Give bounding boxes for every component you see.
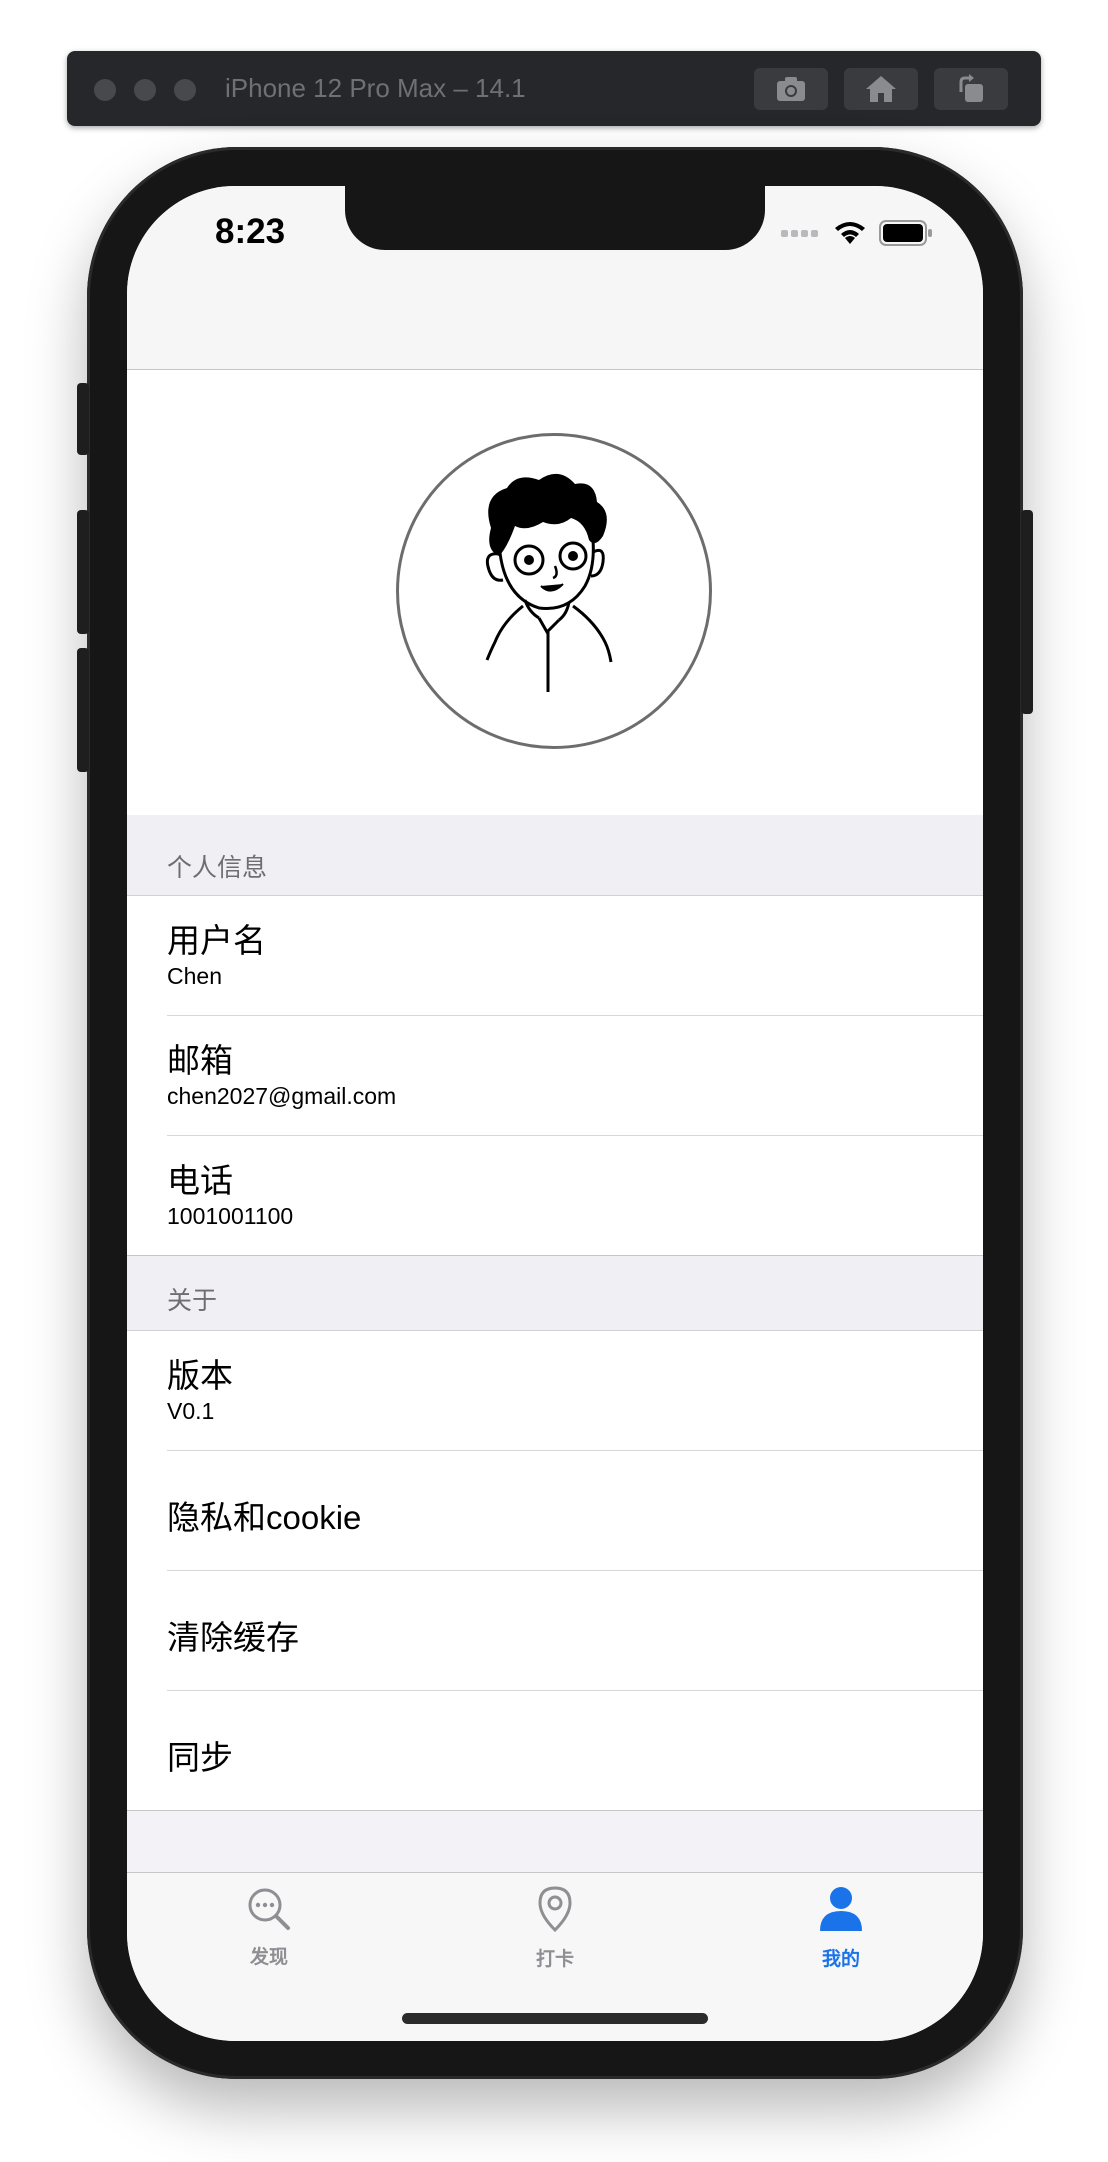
rotate-button[interactable] — [934, 68, 1008, 110]
row-title: 同步 — [167, 1739, 233, 1776]
section-header-personal: 个人信息 — [127, 815, 983, 896]
zoom-window-button[interactable] — [174, 79, 196, 101]
profile-scroll-view[interactable]: 个人信息 用户名 Chen 邮箱 chen2027@gmail.com 电话 1… — [127, 370, 983, 1811]
row-email[interactable]: 邮箱 chen2027@gmail.com — [127, 1016, 983, 1136]
row-privacy-cookie[interactable]: 隐私和cookie — [127, 1451, 983, 1571]
close-window-button[interactable] — [94, 79, 116, 101]
minimize-window-button[interactable] — [134, 79, 156, 101]
status-icons — [781, 220, 933, 246]
avatar[interactable] — [396, 433, 712, 749]
person-icon — [820, 1887, 862, 1931]
row-title: 邮箱 — [167, 1042, 233, 1079]
profile-header — [127, 370, 983, 815]
camera-icon — [777, 77, 805, 101]
row-phone[interactable]: 电话 1001001100 — [127, 1136, 983, 1256]
tab-discover[interactable]: 发现 — [209, 1885, 329, 1969]
section-title: 关于 — [167, 1287, 218, 1315]
row-value: chen2027@gmail.com — [167, 1083, 397, 1109]
status-time: 8:23 — [215, 212, 286, 251]
row-clear-cache[interactable]: 清除缓存 — [127, 1571, 983, 1691]
row-version[interactable]: 版本 V0.1 — [127, 1331, 983, 1451]
row-value: Chen — [167, 963, 222, 989]
tab-label: 我的 — [821, 1949, 860, 1970]
home-button[interactable] — [844, 68, 918, 110]
tab-me[interactable]: 我的 — [781, 1885, 901, 1971]
row-value: 1001001100 — [167, 1203, 294, 1229]
volume-up-button — [77, 510, 89, 634]
row-title: 清除缓存 — [167, 1619, 299, 1656]
battery-icon — [879, 220, 932, 246]
wifi-icon — [835, 222, 865, 244]
mute-switch — [77, 383, 89, 455]
simulator-toolbar: iPhone 12 Pro Max – 14.1 — [67, 51, 1041, 126]
section-title: 个人信息 — [167, 854, 268, 882]
location-pin-icon — [538, 1886, 572, 1933]
tab-checkin[interactable]: 打卡 — [495, 1885, 615, 1971]
phone-screen: 8:23 个人信息 用户名 Chen 邮箱 chen2027@gmail.com… — [127, 186, 983, 2041]
cellular-signal-icon — [781, 230, 818, 237]
home-indicator[interactable] — [402, 2013, 708, 2024]
tab-label: 发现 — [249, 1947, 288, 1968]
screenshot-button[interactable] — [754, 68, 828, 110]
simulator-title: iPhone 12 Pro Max – 14.1 — [225, 73, 526, 103]
power-button — [1021, 510, 1033, 714]
row-title: 用户名 — [167, 922, 266, 959]
volume-down-button — [77, 648, 89, 772]
row-title: 版本 — [167, 1357, 233, 1394]
search-dots-icon — [248, 1888, 290, 1930]
row-sync[interactable]: 同步 — [127, 1691, 983, 1811]
home-icon — [866, 76, 896, 102]
row-username[interactable]: 用户名 Chen — [127, 896, 983, 1016]
section-header-about: 关于 — [127, 1256, 983, 1331]
row-title: 隐私和cookie — [167, 1499, 362, 1536]
row-title: 电话 — [167, 1162, 233, 1199]
notch — [345, 186, 765, 250]
cartoon-avatar-image — [485, 473, 613, 692]
rotate-icon — [959, 74, 983, 102]
tab-label: 打卡 — [535, 1949, 574, 1970]
row-value: V0.1 — [167, 1398, 215, 1424]
